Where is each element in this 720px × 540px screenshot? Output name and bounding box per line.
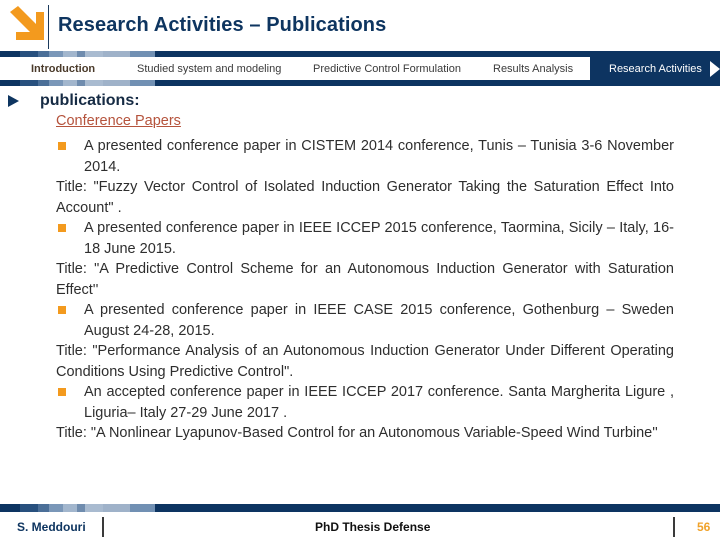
publication-title: Title: "A Predictive Control Scheme for …	[56, 261, 674, 298]
footer-presentation-title: PhD Thesis Defense	[315, 520, 431, 534]
nav-arrow-icon	[710, 61, 720, 77]
arrow-down-right-icon	[10, 6, 44, 40]
publication-list: A presented conference paper in CISTEM 2…	[56, 136, 674, 444]
publication-venue: A presented conference paper in IEEE CAS…	[84, 302, 674, 339]
page-title: Research Activities – Publications	[58, 14, 387, 36]
footer-author: S. Meddouri	[17, 520, 86, 534]
footer-divider	[102, 517, 104, 537]
tab-predictive-control[interactable]: Predictive Control Formulation	[313, 57, 461, 80]
decorative-stripe-footer	[0, 504, 720, 512]
publication-entry: An accepted conference paper in IEEE ICC…	[56, 382, 674, 423]
publication-venue: A presented conference paper in IEEE ICC…	[84, 220, 674, 257]
publication-venue: A presented conference paper in CISTEM 2…	[84, 138, 674, 175]
publication-entry: A presented conference paper in IEEE ICC…	[56, 218, 674, 259]
triangle-bullet-icon	[8, 95, 19, 107]
publication-title: Title: "Performance Analysis of an Auton…	[56, 343, 674, 380]
tab-research-activities-label: Research Activities	[609, 57, 702, 80]
publication-title: Title: "A Nonlinear Lyapunov-Based Contr…	[56, 425, 658, 441]
tab-studied-system[interactable]: Studied system and modeling	[137, 57, 281, 80]
logo-divider	[48, 5, 49, 49]
publication-entry: A presented conference paper in CISTEM 2…	[56, 136, 674, 177]
publication-venue: An accepted conference paper in IEEE ICC…	[84, 384, 674, 421]
tab-introduction[interactable]: Introduction	[31, 57, 95, 80]
decorative-stripe-nav	[0, 80, 720, 86]
footer-divider	[673, 517, 675, 537]
publication-entry: A presented conference paper in IEEE CAS…	[56, 300, 674, 341]
tab-research-activities[interactable]: Research Activities	[590, 57, 720, 80]
publication-title: Title: "Fuzzy Vector Control of Isolated…	[56, 179, 674, 216]
tab-results-analysis[interactable]: Results Analysis	[493, 57, 573, 80]
square-bullet-icon	[58, 388, 66, 396]
square-bullet-icon	[58, 224, 66, 232]
page-number: 56	[697, 520, 711, 534]
section-heading: publications:	[40, 92, 140, 109]
square-bullet-icon	[58, 142, 66, 150]
subsection-conference-papers[interactable]: Conference Papers	[56, 113, 181, 129]
square-bullet-icon	[58, 306, 66, 314]
